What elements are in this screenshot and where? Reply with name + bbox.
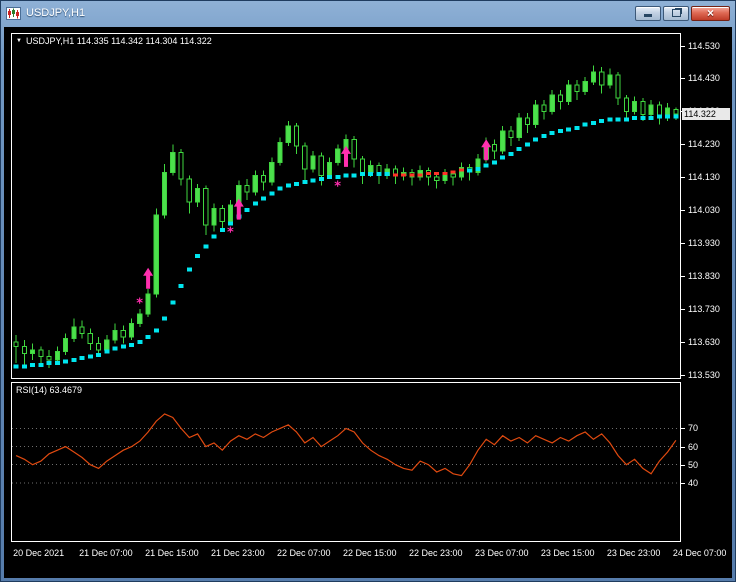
chart-window: USDJPY,H1 × * * * ▼ USDJPY,H1 114.335 114.… [0, 0, 736, 582]
rsi-axis-tick [681, 446, 685, 448]
rsi-axis-tick [681, 482, 685, 484]
rsi-axis-tick [681, 464, 685, 466]
rsi-axis-label: 70 [688, 423, 699, 434]
svg-text:*: * [227, 226, 234, 241]
window-titlebar[interactable]: USDJPY,H1 × [1, 1, 735, 25]
time-axis-label: 24 Dec 07:00 [672, 548, 727, 558]
candlestick-chart-icon [6, 6, 21, 20]
time-axis-label: 22 Dec 07:00 [277, 548, 331, 558]
close-icon: × [706, 5, 714, 20]
ohlc-text: USDJPY,H1 114.335 114.342 114.304 114.32… [25, 36, 212, 46]
window-title: USDJPY,H1 [26, 7, 86, 19]
symbol-marker-icon: ▼ [16, 38, 22, 44]
rsi-axis-label: 40 [688, 477, 699, 488]
svg-text:*: * [334, 179, 341, 194]
rsi-axis-label: 60 [688, 441, 699, 452]
time-axis-label: 21 Dec 07:00 [79, 548, 133, 558]
time-axis-label: 22 Dec 15:00 [343, 548, 397, 558]
rsi-chart [12, 413, 680, 484]
time-axis-label: 21 Dec 23:00 [211, 548, 265, 558]
time-axis-label: 20 Dec 2021 [13, 548, 65, 558]
time-axis-label: 23 Dec 15:00 [540, 548, 595, 558]
current-price-tag: 114.322 [682, 107, 730, 120]
minimize-icon [644, 13, 652, 17]
time-axis[interactable]: 20 Dec 2021 21 Dec 07:00 21 Dec 15:00 21 De… [4, 546, 734, 562]
restore-icon [671, 9, 681, 17]
chart-client-area: * * * ▼ USDJPY,H1 114.335 114.342 114.304 … [4, 27, 732, 578]
time-axis-label: 23 Dec 23:00 [606, 548, 661, 558]
time-axis-label: 21 Dec 15:00 [145, 548, 199, 558]
time-axis-label: 23 Dec 07:00 [474, 548, 529, 558]
minimize-button[interactable] [635, 5, 661, 21]
candlestick-chart: * * * [13, 65, 679, 369]
rsi-pane[interactable]: RSI(14) 63.4679 [11, 382, 681, 542]
rsi-axis-tick [681, 428, 685, 430]
rsi-axis-label: 50 [688, 459, 699, 470]
time-axis-label: 22 Dec 23:00 [408, 548, 463, 558]
ohlc-label: ▼ USDJPY,H1 114.335 114.342 114.304 114.… [16, 36, 212, 46]
window-controls: × [635, 5, 730, 21]
close-button[interactable]: × [691, 5, 730, 21]
rsi-label: RSI(14) 63.4679 [16, 385, 83, 395]
main-chart-pane[interactable]: * * * ▼ USDJPY,H1 114.335 114.342 114.304 … [11, 33, 681, 379]
svg-text:*: * [136, 296, 143, 311]
restore-button[interactable] [663, 5, 689, 21]
